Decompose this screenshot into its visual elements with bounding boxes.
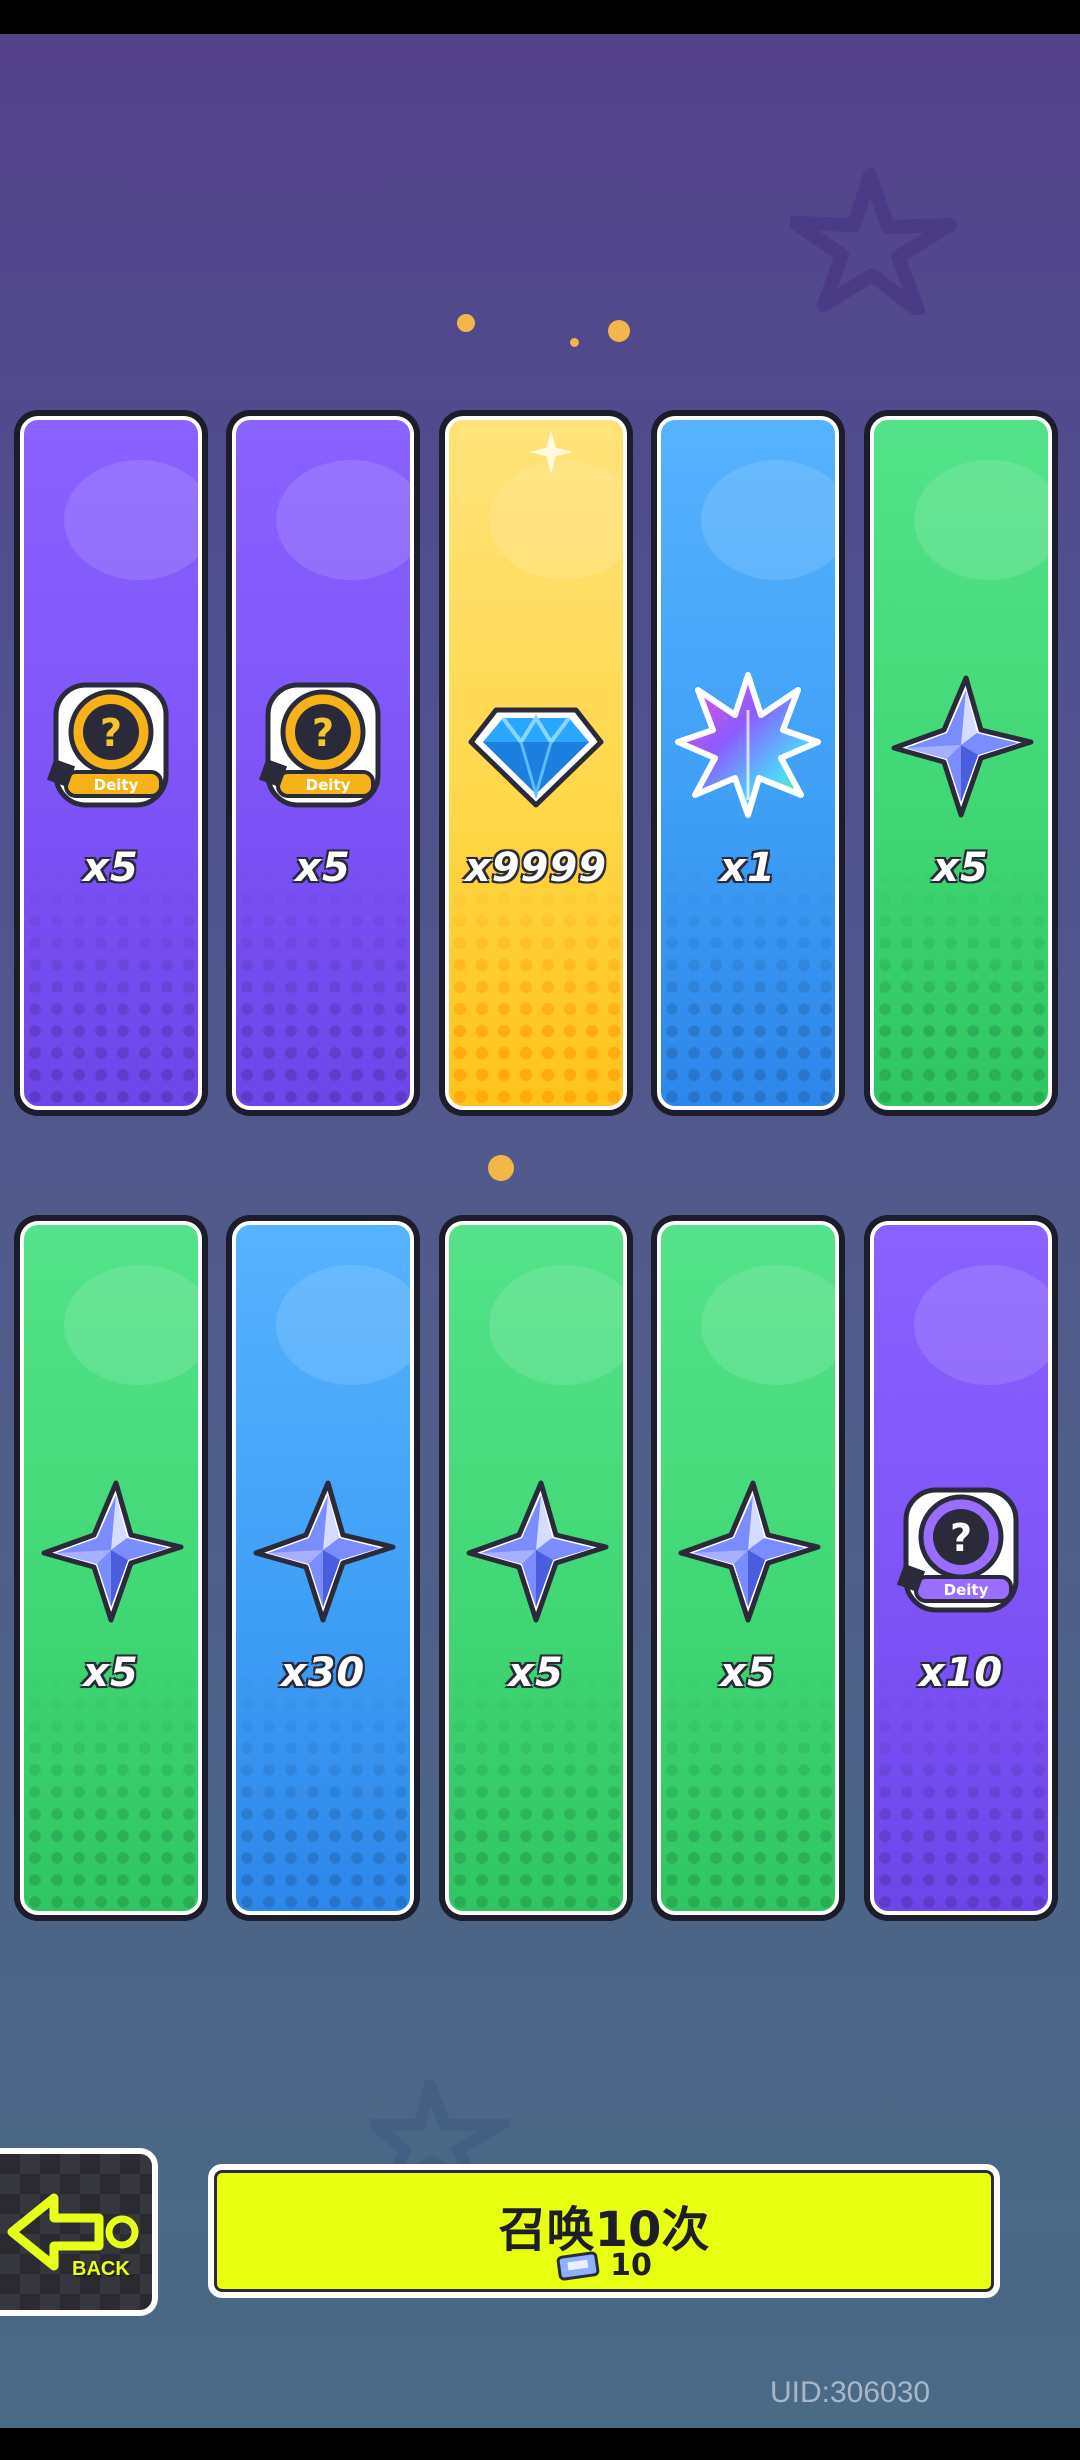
reward-card[interactable]: x5 <box>864 410 1058 1116</box>
reward-card[interactable]: ? Deity x5 <box>226 410 420 1116</box>
svg-text:?: ? <box>100 711 122 755</box>
svg-text:Deity: Deity <box>944 1581 989 1599</box>
card-splash <box>276 1265 410 1385</box>
sparkle-dot <box>457 314 475 332</box>
reward-quantity: x5 <box>295 845 351 891</box>
reward-card[interactable]: x1 <box>651 410 845 1116</box>
four-point-star-shard-icon <box>678 1480 821 1623</box>
sparkle-dot <box>488 1155 514 1181</box>
four-point-star-shard-icon <box>466 1480 609 1623</box>
card-splash <box>64 1265 198 1385</box>
reward-quantity: x5 <box>83 1650 139 1696</box>
reward-quantity: x5 <box>720 1650 776 1696</box>
reward-card[interactable]: ? Deity x10 <box>864 1215 1058 1921</box>
sparkle-dot <box>608 320 630 342</box>
svg-text:Deity: Deity <box>94 776 139 794</box>
mystery-deity-badge-icon: ? Deity <box>46 682 169 808</box>
card-halftone <box>24 1671 198 1911</box>
reward-card[interactable]: x5 <box>14 1215 208 1921</box>
card-splash <box>701 1265 835 1385</box>
background-star-doodle-icon <box>790 168 957 315</box>
card-halftone <box>236 1671 410 1911</box>
back-button[interactable]: BACK <box>0 2148 158 2316</box>
reward-card[interactable]: ? Deity x5 <box>14 410 208 1116</box>
card-splash <box>64 460 198 580</box>
reward-card[interactable]: x9999 <box>439 410 633 1116</box>
mystery-deity-badge-icon: ? Deity <box>258 682 381 808</box>
summon-ticket-icon <box>556 2250 600 2281</box>
card-halftone <box>874 1671 1048 1911</box>
card-halftone <box>236 866 410 1106</box>
back-label: BACK <box>72 2258 130 2280</box>
summon-cost: 10 <box>214 2248 994 2283</box>
reward-quantity: x1 <box>720 845 776 891</box>
user-id-label: UID:306030 <box>770 2376 931 2409</box>
reward-card[interactable]: x5 <box>651 1215 845 1921</box>
card-halftone <box>449 1671 623 1911</box>
reward-quantity: x5 <box>83 845 139 891</box>
summon-10-button[interactable]: 召唤10次 10 <box>208 2164 1000 2298</box>
card-halftone <box>661 866 835 1106</box>
card-splash <box>276 460 410 580</box>
reward-quantity: x30 <box>280 1650 366 1696</box>
card-halftone <box>874 866 1048 1106</box>
card-splash <box>489 1265 623 1385</box>
reward-card[interactable]: x5 <box>439 1215 633 1921</box>
mystery-deity-badge-purple-icon: ? Deity <box>896 1487 1019 1613</box>
four-point-star-shard-icon <box>253 1480 396 1623</box>
reward-card[interactable]: x30 <box>226 1215 420 1921</box>
sparkle-dot <box>570 338 579 347</box>
svg-text:?: ? <box>312 711 334 755</box>
card-splash <box>914 460 1048 580</box>
svg-text:?: ? <box>950 1516 972 1560</box>
sparkle-icon <box>529 430 573 474</box>
card-splash <box>914 1265 1048 1385</box>
reward-quantity: x9999 <box>464 845 608 891</box>
svg-text:Deity: Deity <box>306 776 351 794</box>
rainbow-leaf-icon <box>675 672 821 818</box>
reward-quantity: x5 <box>508 1650 564 1696</box>
status-bar <box>0 0 1080 34</box>
four-point-star-shard-icon <box>891 675 1034 818</box>
card-splash <box>489 460 623 580</box>
reward-quantity: x10 <box>918 1650 1004 1696</box>
navigation-bar <box>0 2428 1080 2460</box>
card-halftone <box>449 866 623 1106</box>
card-halftone <box>661 1671 835 1911</box>
card-halftone <box>24 866 198 1106</box>
summon-cost-value: 10 <box>610 2248 652 2283</box>
reward-quantity: x5 <box>933 845 989 891</box>
blue-diamond-gem-icon <box>468 707 604 808</box>
card-splash <box>701 460 835 580</box>
four-point-star-shard-icon <box>41 1480 184 1623</box>
